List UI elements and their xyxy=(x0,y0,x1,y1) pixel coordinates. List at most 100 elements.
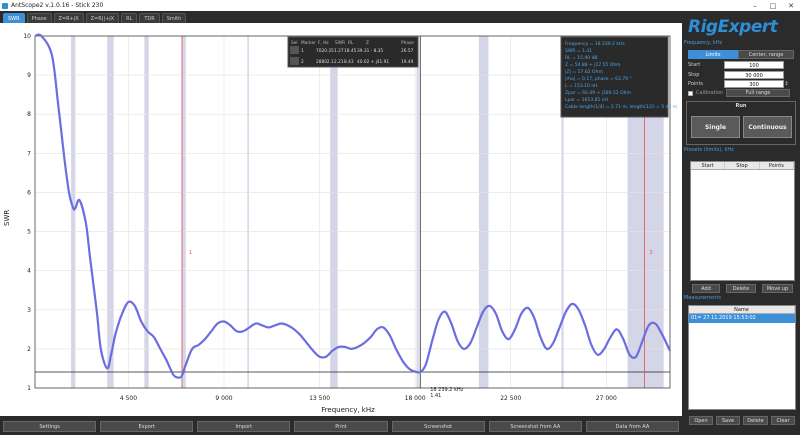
marker-2-select[interactable] xyxy=(290,57,299,65)
y-tick-label: 2 xyxy=(27,346,31,353)
measurement-row[interactable]: 01= 27.11.2019 15:53:02 xyxy=(689,314,795,323)
tab-phase[interactable]: Phase xyxy=(26,13,52,23)
swr-chart[interactable]: 1 2 3 4 5 6 7 8 9 10 4 500 9 000 13 500 18 000 22 500… xyxy=(0,23,682,416)
calibration-checkbox[interactable] xyxy=(688,90,693,96)
x-tick-label: 9 000 xyxy=(215,395,232,402)
run-group: Run Single Continuous xyxy=(686,101,796,145)
ham-band-5 xyxy=(330,36,338,388)
measurement-delete-button[interactable]: Delete xyxy=(743,416,768,425)
start-frequency-input[interactable]: 100 xyxy=(724,61,784,69)
stop-frequency-input[interactable]: 30 000 xyxy=(724,71,784,79)
x-tick-label: 18 000 xyxy=(405,395,426,402)
markers-table-cell: 8.43 xyxy=(344,59,354,65)
export-button[interactable]: Export xyxy=(100,421,194,432)
info-line: SWR = 1.41 xyxy=(565,48,592,54)
info-box: Frequency = 18 239.2 kHzSWR = 1.41RL = 1… xyxy=(560,36,677,118)
calibration-label: Calibration xyxy=(696,90,724,96)
markers-table-header: Marker xyxy=(301,40,316,46)
measurement-open-button[interactable]: Open xyxy=(689,416,713,425)
presets-col-points[interactable]: Points xyxy=(760,162,794,169)
marker-2-label: 2 xyxy=(650,250,653,256)
measurement-clear-button[interactable]: Clear xyxy=(771,416,795,425)
limits-mode-button[interactable]: Limits xyxy=(688,50,738,59)
continuous-run-button[interactable]: Continuous xyxy=(743,116,792,138)
full-range-button[interactable]: Full range xyxy=(726,89,790,97)
markers-table-cell: 18.45 xyxy=(344,48,357,54)
screenshot-from-aa-button[interactable]: Screenshot from AA xyxy=(488,421,582,432)
cursor-swr-label: 1.41 xyxy=(430,393,441,399)
info-line: |rho| = 0.17, phase = 63.79 ° xyxy=(565,76,632,82)
view-tabs: SWR Phase Z=R+jX Z=R||+jX RL TDR Smith xyxy=(0,11,680,23)
markers-table-cell: 39.31 - 8.35 xyxy=(357,48,383,54)
markers-table-cell: 7020.35 xyxy=(316,48,334,54)
markers-table-cell: 1 xyxy=(301,48,304,54)
preset-delete-button[interactable]: Delete xyxy=(726,284,756,293)
markers-table-header: Z xyxy=(366,40,369,46)
right-panel: RigExpert Frequency, kHz Limits Center, … xyxy=(682,11,800,435)
tab-tdr[interactable]: TDR xyxy=(139,13,160,23)
markers-table-header: RL xyxy=(348,40,354,46)
measurement-save-button[interactable]: Save xyxy=(716,416,740,425)
y-tick-label: 4 xyxy=(27,268,31,275)
preset-moveup-button[interactable]: Move up xyxy=(762,284,793,293)
single-run-button[interactable]: Single xyxy=(691,116,740,138)
tab-swr[interactable]: SWR xyxy=(3,13,25,23)
range-mode-toggle: Limits Center, range xyxy=(688,50,794,59)
presets-table[interactable]: Start Stop Points xyxy=(690,161,795,281)
info-line: Zpar = 60.49 + j189.52 Ohm xyxy=(565,90,631,96)
presets-col-start[interactable]: Start xyxy=(691,162,726,169)
settings-button[interactable]: Settings xyxy=(3,421,97,432)
markers-table-cell: 2 xyxy=(301,59,304,65)
measurements-table[interactable]: Name 01= 27.11.2019 15:53:02 xyxy=(688,305,796,410)
points-label: Points xyxy=(688,81,704,87)
ham-band-4 xyxy=(247,36,249,388)
app-icon xyxy=(2,2,8,9)
start-label: Start xyxy=(688,62,701,68)
y-tick-label: 1 xyxy=(27,385,31,392)
points-spinner-icon[interactable]: ↕ xyxy=(784,80,789,88)
markers-table: Sel Marker F, Hz SWR RL Z Phase 1 7020.35 1.27 18… xyxy=(287,36,419,68)
run-title: Run xyxy=(735,103,747,109)
marker-1-select[interactable] xyxy=(290,46,299,54)
center-range-mode-button[interactable]: Center, range xyxy=(738,50,794,59)
markers-table-header: SWR xyxy=(335,40,345,46)
y-tick-label: 3 xyxy=(27,307,31,314)
minimize-button[interactable]: – xyxy=(746,0,764,11)
stop-label: Stop xyxy=(688,72,700,78)
tab-z-parallel[interactable]: Z=R||+jX xyxy=(85,13,120,23)
tab-rl[interactable]: RL xyxy=(121,13,138,23)
close-button[interactable]: ✕ xyxy=(782,0,800,11)
info-line: |Z| = 57.62 Ohm xyxy=(565,69,603,75)
tab-z-series[interactable]: Z=R+jX xyxy=(53,13,84,23)
ham-band-7 xyxy=(478,36,489,388)
info-line: Lpar = 1653.85 nH xyxy=(565,97,608,103)
bottom-toolbar: Settings Export Import Print Screenshot … xyxy=(0,418,682,435)
y-tick-label: 5 xyxy=(27,229,31,236)
info-line: Frequency = 18 239.2 kHz xyxy=(565,41,625,47)
x-tick-label: 13 500 xyxy=(309,395,330,402)
info-line: Z = 54.88 + j17.55 Ohm xyxy=(565,62,621,68)
markers-table-cell: 40.02 + j41.91 xyxy=(357,59,389,65)
tab-smith[interactable]: Smith xyxy=(161,13,187,23)
ham-band-6 xyxy=(416,36,419,388)
markers-table-cell: 2.21 xyxy=(334,59,344,65)
y-tick-label: 6 xyxy=(27,189,31,196)
y-tick-label: 9 xyxy=(27,72,31,79)
swr-chart-svg[interactable]: 1 2 3 4 5 6 7 8 9 10 4 500 9 000 13 500 18 000 22 500… xyxy=(0,23,682,416)
data-from-aa-button[interactable]: Data from AA xyxy=(585,421,679,432)
info-line: RL = 15.40 dB xyxy=(565,55,598,61)
x-tick-label: 22 500 xyxy=(500,395,521,402)
print-button[interactable]: Print xyxy=(294,421,388,432)
presets-col-stop[interactable]: Stop xyxy=(725,162,760,169)
points-input[interactable]: 300 xyxy=(724,80,784,88)
screenshot-button[interactable]: Screenshot xyxy=(391,421,485,432)
info-line: L = 153.10 nH xyxy=(565,83,598,89)
markers-table-cell: 26.57 xyxy=(401,48,414,54)
measurements-col-name[interactable]: Name xyxy=(689,306,795,313)
ham-band-2 xyxy=(144,36,149,388)
preset-add-button[interactable]: Add xyxy=(692,284,720,293)
maximize-button[interactable]: □ xyxy=(764,0,782,11)
x-tick-label: 27 000 xyxy=(596,395,617,402)
import-button[interactable]: Import xyxy=(197,421,291,432)
window-titlebar: AntScope2 v.1.0.16 - Stick 230 – □ ✕ xyxy=(0,0,800,11)
